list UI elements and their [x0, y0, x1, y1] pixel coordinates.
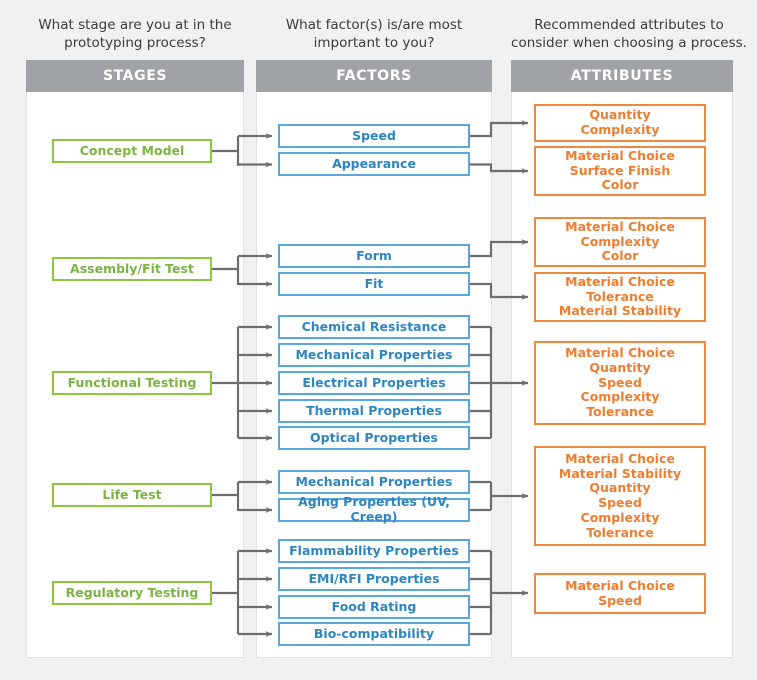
factor-label: Bio-compatibility	[313, 625, 435, 641]
stage-node-regulatory-testing[interactable]: Regulatory Testing	[52, 581, 212, 605]
factor-label: Electrical Properties	[302, 374, 446, 390]
attribute-node-form[interactable]: Material Choice Complexity Color	[534, 217, 706, 267]
factor-node-mechanical-properties-life[interactable]: Mechanical Properties	[278, 470, 470, 494]
factor-node-appearance[interactable]: Appearance	[278, 152, 470, 176]
factor-node-speed[interactable]: Speed	[278, 124, 470, 148]
factor-node-aging-properties[interactable]: Aging Properties (UV, Creep)	[278, 494, 470, 524]
attribute-label: Material Choice Speed	[565, 577, 675, 608]
attribute-node-concept-appearance[interactable]: Material Choice Surface Finish Color	[534, 146, 706, 196]
factor-node-electrical-properties[interactable]: Electrical Properties	[278, 371, 470, 395]
factor-node-form[interactable]: Form	[278, 244, 470, 268]
factor-label: Speed	[352, 127, 396, 143]
attribute-node-concept-speed[interactable]: Quantity Complexity	[534, 104, 706, 142]
stage-node-functional-testing[interactable]: Functional Testing	[52, 371, 212, 395]
attribute-label: Material Choice Complexity Color	[565, 218, 675, 264]
attribute-node-fit[interactable]: Material Choice Tolerance Material Stabi…	[534, 272, 706, 322]
factor-node-flammability-properties[interactable]: Flammability Properties	[278, 539, 470, 563]
factor-label: Thermal Properties	[306, 402, 442, 418]
factor-node-bio-compatibility[interactable]: Bio-compatibility	[278, 622, 470, 646]
factor-label: EMI/RFI Properties	[308, 570, 440, 586]
attribute-node-regulatory-testing[interactable]: Material Choice Speed	[534, 573, 706, 614]
stage-node-concept-model[interactable]: Concept Model	[52, 139, 212, 163]
factor-label: Mechanical Properties	[295, 346, 453, 362]
factor-label: Flammability Properties	[289, 542, 459, 558]
factor-node-mechanical-properties[interactable]: Mechanical Properties	[278, 343, 470, 367]
factor-node-food-rating[interactable]: Food Rating	[278, 595, 470, 619]
attribute-label: Material Choice Material Stability Quant…	[558, 450, 682, 540]
factor-node-fit[interactable]: Fit	[278, 272, 470, 296]
stage-label: Life Test	[102, 486, 162, 502]
factor-node-chemical-resistance[interactable]: Chemical Resistance	[278, 315, 470, 339]
factor-label: Form	[356, 247, 392, 263]
factor-label: Aging Properties (UV, Creep)	[298, 494, 450, 524]
attribute-label: Material Choice Quantity Speed Complexit…	[565, 345, 675, 420]
attribute-label: Material Choice Tolerance Material Stabi…	[558, 273, 682, 319]
factor-label: Mechanical Properties	[295, 473, 453, 489]
factor-node-optical-properties[interactable]: Optical Properties	[278, 426, 470, 450]
stage-label: Functional Testing	[67, 374, 197, 390]
stage-label: Assembly/Fit Test	[70, 260, 194, 276]
factor-label: Fit	[364, 275, 384, 291]
process-selection-diagram: What stage are you at in the prototyping…	[0, 0, 757, 680]
stage-node-assembly-fit-test[interactable]: Assembly/Fit Test	[52, 257, 212, 281]
attribute-node-life-test[interactable]: Material Choice Material Stability Quant…	[534, 446, 706, 546]
factor-label: Optical Properties	[310, 429, 438, 445]
factor-node-emi-rfi-properties[interactable]: EMI/RFI Properties	[278, 567, 470, 591]
factor-label: Food Rating	[331, 598, 417, 614]
stage-label: Concept Model	[79, 142, 185, 158]
attribute-label: Quantity Complexity	[580, 107, 660, 137]
factor-label: Chemical Resistance	[301, 318, 447, 334]
stage-label: Regulatory Testing	[65, 584, 199, 600]
attribute-node-functional-testing[interactable]: Material Choice Quantity Speed Complexit…	[534, 341, 706, 425]
factor-label: Appearance	[332, 155, 416, 171]
stage-node-life-test[interactable]: Life Test	[52, 483, 212, 507]
factor-node-thermal-properties[interactable]: Thermal Properties	[278, 399, 470, 423]
attribute-label: Material Choice Surface Finish Color	[565, 147, 675, 193]
